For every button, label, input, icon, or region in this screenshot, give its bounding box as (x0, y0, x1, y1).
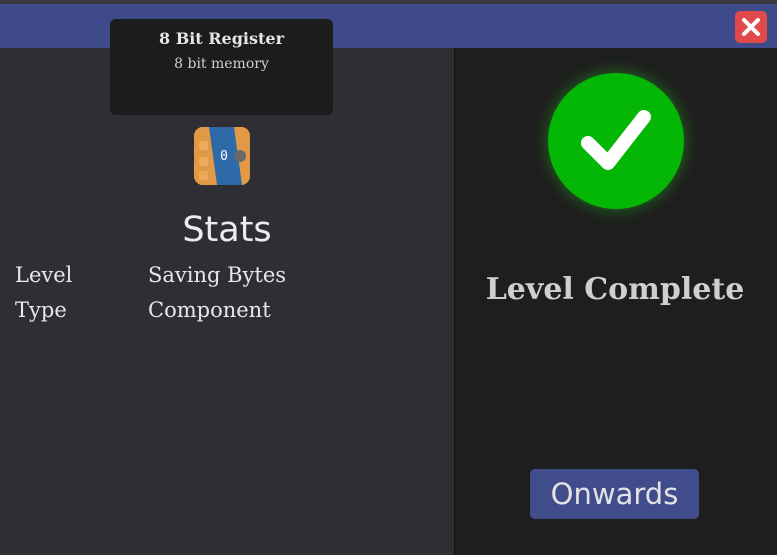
close-button[interactable] (735, 11, 767, 43)
stat-label-level: Level (15, 263, 73, 287)
tooltip-title: 8 Bit Register (158, 29, 284, 48)
checkmark-icon (581, 110, 651, 170)
stat-value-type: Component (148, 298, 271, 322)
tooltip-subtitle: 8 bit memory (174, 56, 269, 72)
component-tooltip: 8 Bit Register 8 bit memory (110, 19, 333, 115)
stat-value-level: Saving Bytes (148, 263, 287, 287)
onwards-button[interactable]: Onwards (530, 469, 699, 519)
stat-label-type: Type (15, 298, 67, 322)
level-complete-message: Level Complete (485, 272, 745, 307)
stats-heading: Stats (182, 210, 272, 250)
byte-register-icon: 0 (194, 127, 250, 185)
success-badge (548, 73, 684, 209)
register-digit: 0 (220, 149, 228, 164)
close-icon (742, 18, 760, 36)
